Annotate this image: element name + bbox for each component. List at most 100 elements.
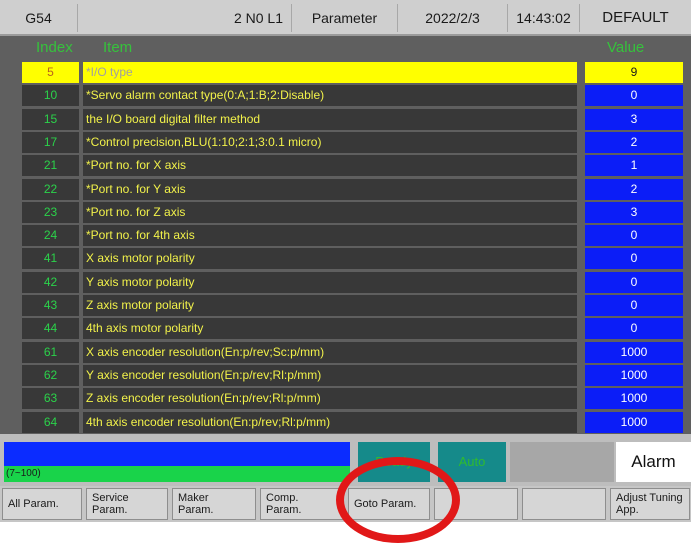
table-row[interactable]: 15 the I/O board digital filter method 3 (22, 109, 683, 130)
param-item: *Port no. for Z axis (83, 202, 577, 223)
param-index: 41 (22, 248, 79, 269)
maker-param-button[interactable]: Maker Param. (172, 488, 256, 520)
param-value[interactable]: 0 (585, 318, 683, 339)
param-index: 5 (22, 62, 79, 83)
table-row[interactable]: 41 X axis motor polarity 0 (22, 248, 683, 269)
softkey-label: Service (92, 492, 129, 504)
softkey-label: Param. (266, 504, 302, 516)
param-index: 44 (22, 318, 79, 339)
table-row[interactable]: 17 *Control precision,BLU(1:10;2:1;3:0.1 … (22, 132, 683, 153)
softkey-label: Param. (178, 504, 214, 516)
empty-softkey-1[interactable] (434, 488, 518, 520)
blank-indicator (510, 442, 614, 482)
param-value[interactable]: 1000 (585, 365, 683, 386)
param-index: 24 (22, 225, 79, 246)
param-item: X axis encoder resolution(En:p/rev;Sc:p/… (83, 342, 577, 363)
param-value[interactable]: 1000 (585, 412, 683, 433)
mode-title: Parameter (292, 4, 398, 32)
param-value[interactable]: 3 (585, 109, 683, 130)
param-value[interactable]: 0 (585, 85, 683, 106)
item-column-header: Item (103, 39, 133, 56)
table-row[interactable]: 63 Z axis encoder resolution(En:p/rev;Rl:… (22, 388, 683, 409)
param-value[interactable]: 1000 (585, 388, 683, 409)
softkey-label: Goto Param. (354, 498, 417, 510)
param-index: 42 (22, 272, 79, 293)
table-row[interactable]: 44 4th axis motor polarity 0 (22, 318, 683, 339)
date: 2022/2/3 (398, 4, 508, 32)
param-value[interactable]: 3 (585, 202, 683, 223)
param-index: 61 (22, 342, 79, 363)
table-row[interactable]: 42 Y axis motor polarity 0 (22, 272, 683, 293)
table-row[interactable]: 62 Y axis encoder resolution(En:p/rev;Rl:… (22, 365, 683, 386)
param-item: *Control precision,BLU(1:10;2:1;3:0.1 mi… (83, 132, 577, 153)
param-value[interactable]: 0 (585, 225, 683, 246)
param-item: Y axis encoder resolution(En:p/rev;Rl:p/… (83, 365, 577, 386)
service-param-button[interactable]: Service Param. (86, 488, 168, 520)
input-bar[interactable] (4, 442, 350, 466)
param-item: *I/O type (83, 62, 577, 83)
program-line: 2 N0 L1 (78, 4, 292, 32)
param-value[interactable]: 1000 (585, 342, 683, 363)
param-item: Z axis motor polarity (83, 295, 577, 316)
range-hint-bar: (7~100) (4, 466, 350, 482)
index-column-header: Index (36, 39, 73, 56)
table-row[interactable]: 23 *Port no. for Z axis 3 (22, 202, 683, 223)
table-row[interactable]: 21 *Port no. for X axis 1 (22, 155, 683, 176)
profile-name: DEFAULT (602, 9, 669, 26)
adjust-tuning-app-button[interactable]: Adjust Tuning App. (610, 488, 690, 520)
param-item: *Servo alarm contact type(0:A;1:B;2:Disa… (83, 85, 577, 106)
param-index: 63 (22, 388, 79, 409)
empty-softkey-2[interactable] (522, 488, 606, 520)
cnc-parameter-screen: G54 2 N0 L1 Parameter 2022/2/3 14:43:02 … (0, 0, 691, 545)
status-bar: G54 2 N0 L1 Parameter 2022/2/3 14:43:02 … (0, 0, 691, 36)
table-row[interactable]: 24 *Port no. for 4th axis 0 (22, 225, 683, 246)
softkey-label: All Param. (8, 498, 59, 510)
auto-button[interactable]: Auto (438, 442, 506, 482)
time: 14:43:02 (508, 4, 580, 32)
softkey-label: Adjust Tuning (616, 492, 683, 504)
param-index: 64 (22, 412, 79, 433)
param-value[interactable]: 0 (585, 248, 683, 269)
param-item: 4th axis motor polarity (83, 318, 577, 339)
param-value[interactable]: 1 (585, 155, 683, 176)
coordinate-system: G54 (0, 4, 78, 32)
param-index: 10 (22, 85, 79, 106)
all-param-button[interactable]: All Param. (2, 488, 82, 520)
bottom-margin (0, 522, 691, 545)
table-row[interactable]: 10 *Servo alarm contact type(0:A;1:B;2:Di… (22, 85, 683, 106)
param-index: 23 (22, 202, 79, 223)
table-row[interactable]: 22 *Port no. for Y axis 2 (22, 179, 683, 200)
softkey-label: Maker (178, 492, 209, 504)
table-row[interactable]: 43 Z axis motor polarity 0 (22, 295, 683, 316)
softkey-label: App. (616, 504, 639, 516)
param-item: the I/O board digital filter method (83, 109, 577, 130)
softkey-bar: All Param. Service Param. Maker Param. Comp. P… (0, 486, 691, 522)
table-row[interactable]: 64 4th axis encoder resolution(En:p/rev;R… (22, 412, 683, 433)
param-index: 21 (22, 155, 79, 176)
param-item: Y axis motor polarity (83, 272, 577, 293)
param-value[interactable]: 2 (585, 179, 683, 200)
softkey-label: Comp. (266, 492, 299, 504)
goto-param-button[interactable]: Goto Param. (348, 488, 430, 520)
param-value[interactable]: 2 (585, 132, 683, 153)
param-item: Z axis encoder resolution(En:p/rev;Rl:p/… (83, 388, 577, 409)
param-value[interactable]: 9 (585, 62, 683, 83)
param-value[interactable]: 0 (585, 272, 683, 293)
param-item: 4th axis encoder resolution(En:p/rev;Rl:… (83, 412, 577, 433)
value-column-header: Value (607, 39, 645, 56)
param-value[interactable]: 0 (585, 295, 683, 316)
comp-param-button[interactable]: Comp. Param. (260, 488, 344, 520)
alarm-indicator[interactable]: Alarm (616, 442, 691, 482)
param-index: 43 (22, 295, 79, 316)
table-row[interactable]: 5 *I/O type 9 (22, 62, 683, 83)
table-row[interactable]: 61 X axis encoder resolution(En:p/rev;Sc:… (22, 342, 683, 363)
param-item: *Port no. for Y axis (83, 179, 577, 200)
param-item: *Port no. for 4th axis (83, 225, 577, 246)
ready-button[interactable]: Ready (358, 442, 430, 482)
param-index: 22 (22, 179, 79, 200)
status-strip: (7~100) Ready Auto Alarm (0, 434, 691, 486)
param-index: 62 (22, 365, 79, 386)
param-item: *Port no. for X axis (83, 155, 577, 176)
param-item: X axis motor polarity (83, 248, 577, 269)
param-index: 17 (22, 132, 79, 153)
